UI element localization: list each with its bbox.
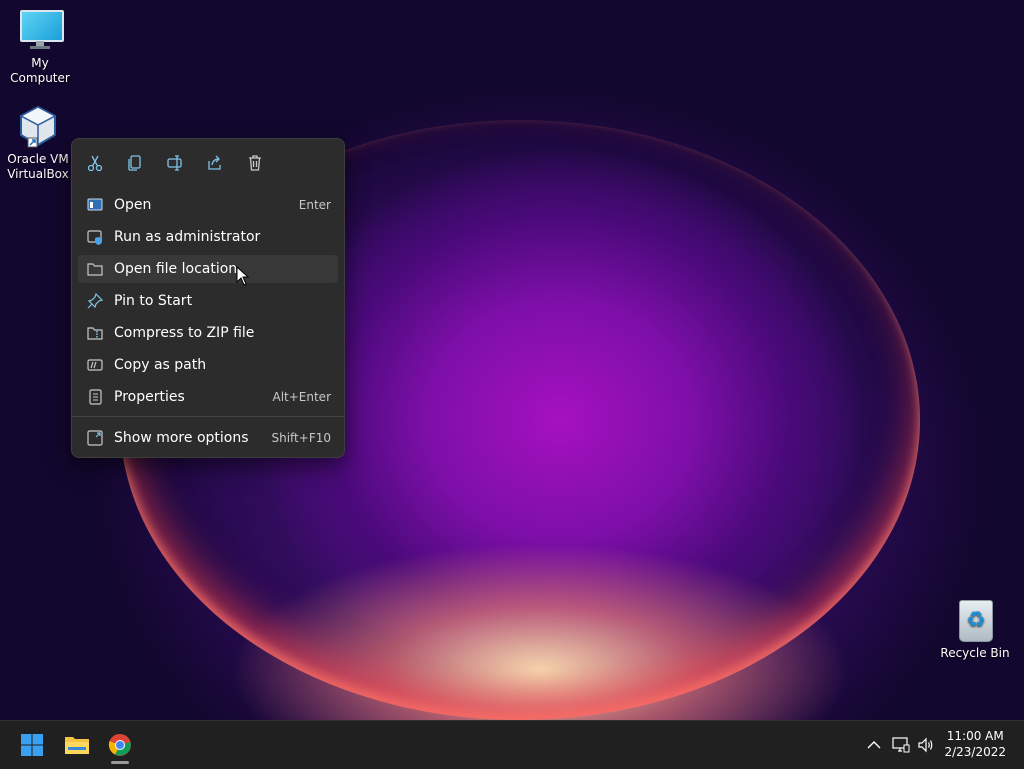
zip-folder-icon bbox=[85, 323, 105, 343]
menu-item-copy-as-path[interactable]: Copy as path bbox=[78, 351, 338, 379]
cut-icon bbox=[87, 155, 103, 172]
share-icon bbox=[208, 155, 221, 170]
pin-icon bbox=[85, 291, 105, 311]
menu-item-label: Pin to Start bbox=[114, 293, 193, 309]
more-options-icon bbox=[85, 428, 105, 448]
clock-time: 11:00 AM bbox=[946, 729, 1004, 743]
copy-button[interactable] bbox=[120, 149, 150, 177]
menu-item-properties[interactable]: Properties Alt+Enter bbox=[78, 383, 338, 411]
menu-item-open[interactable]: Open Enter bbox=[78, 191, 338, 219]
shield-icon bbox=[85, 227, 105, 247]
virtualbox-icon bbox=[16, 104, 60, 148]
clock-date: 2/23/2022 bbox=[944, 745, 1006, 759]
menu-item-label: Properties bbox=[114, 389, 185, 405]
cut-button[interactable] bbox=[80, 149, 110, 177]
menu-item-label: Show more options bbox=[114, 430, 249, 446]
desktop-icon-label: Oracle VM VirtualBox bbox=[7, 152, 69, 181]
menu-item-label: Open file location bbox=[114, 261, 238, 277]
menu-item-compress-to-zip[interactable]: Compress to ZIP file bbox=[78, 319, 338, 347]
menu-item-shortcut: Enter bbox=[298, 198, 331, 212]
menu-item-run-as-administrator[interactable]: Run as administrator bbox=[78, 223, 338, 251]
volume-icon bbox=[918, 737, 933, 753]
running-indicator bbox=[111, 761, 129, 764]
system-clock[interactable]: 11:00 AM 2/23/2022 bbox=[944, 728, 1006, 760]
network-icon bbox=[892, 737, 910, 753]
context-menu: Open Enter Run as administrator Open fil… bbox=[71, 138, 345, 458]
menu-item-label: Compress to ZIP file bbox=[114, 325, 255, 341]
desktop-icon-virtualbox[interactable]: Oracle VM VirtualBox bbox=[0, 104, 78, 182]
rename-icon bbox=[167, 155, 182, 171]
open-app-icon bbox=[85, 195, 105, 215]
properties-icon bbox=[85, 387, 105, 407]
folder-icon bbox=[85, 259, 105, 279]
recycle-bin-icon: ♻ bbox=[953, 598, 997, 642]
copy-path-icon bbox=[85, 355, 105, 375]
menu-item-label: Run as administrator bbox=[114, 229, 261, 245]
menu-item-open-file-location[interactable]: Open file location bbox=[78, 255, 338, 283]
menu-item-shortcut: Shift+F10 bbox=[271, 431, 331, 445]
menu-item-shortcut: Alt+Enter bbox=[272, 390, 331, 404]
desktop-icon-label: Recycle Bin bbox=[940, 646, 1010, 660]
chrome-button[interactable] bbox=[104, 729, 136, 761]
desktop-background[interactable]: My Computer Oracle VM VirtualBox ♻ Recyc… bbox=[0, 0, 1024, 720]
file-explorer-icon bbox=[65, 737, 89, 754]
taskbar: 11:00 AM 2/23/2022 bbox=[0, 720, 1024, 769]
copy-icon bbox=[128, 155, 141, 171]
file-explorer-button[interactable] bbox=[61, 729, 93, 761]
monitor-icon bbox=[18, 8, 64, 52]
show-hidden-icons-button[interactable] bbox=[864, 735, 884, 755]
start-button[interactable] bbox=[16, 729, 48, 761]
chrome-icon bbox=[108, 733, 131, 756]
delete-icon bbox=[249, 155, 261, 171]
menu-item-label: Open bbox=[114, 197, 152, 213]
menu-item-label: Copy as path bbox=[114, 357, 207, 373]
share-button[interactable] bbox=[200, 149, 230, 177]
desktop-icon-label: My Computer bbox=[10, 56, 70, 85]
menu-separator bbox=[72, 416, 344, 417]
delete-button[interactable] bbox=[240, 149, 270, 177]
network-button[interactable] bbox=[891, 735, 911, 755]
volume-button[interactable] bbox=[916, 735, 936, 755]
chevron-up-icon bbox=[867, 741, 881, 749]
desktop-icon-recycle-bin[interactable]: ♻ Recycle Bin bbox=[935, 598, 1015, 661]
start-icon bbox=[21, 734, 43, 756]
mouse-cursor-icon bbox=[236, 266, 250, 286]
menu-item-pin-to-start[interactable]: Pin to Start bbox=[78, 287, 338, 315]
desktop-icon-my-computer[interactable]: My Computer bbox=[0, 8, 80, 86]
menu-item-show-more-options[interactable]: Show more options Shift+F10 bbox=[78, 424, 338, 452]
rename-button[interactable] bbox=[160, 149, 190, 177]
